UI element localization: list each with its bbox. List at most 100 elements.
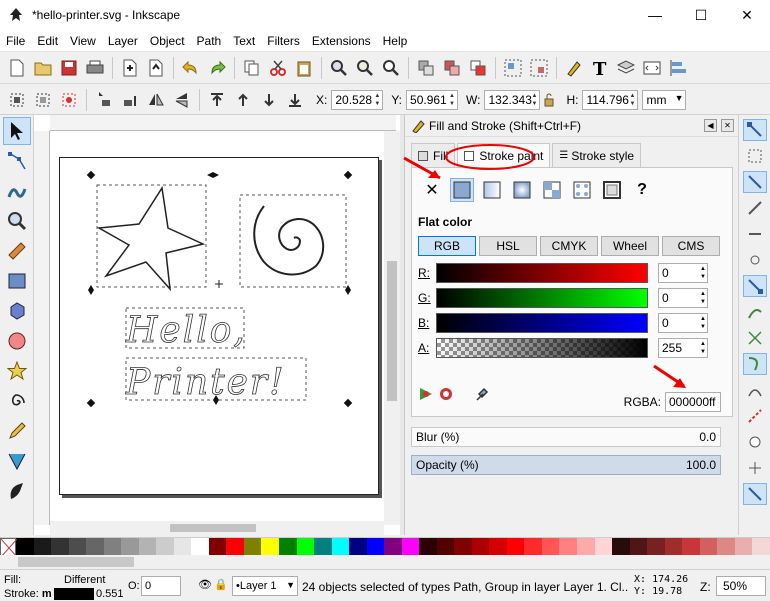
star-tool-icon[interactable] bbox=[3, 357, 31, 385]
linear-gradient-button[interactable] bbox=[480, 178, 504, 202]
palette-scrollbar[interactable] bbox=[0, 555, 770, 569]
new-document-icon[interactable] bbox=[6, 57, 28, 79]
palette-swatch[interactable] bbox=[68, 538, 87, 556]
menu-text[interactable]: Text bbox=[227, 34, 261, 48]
snap-midpoints-icon[interactable] bbox=[743, 405, 767, 427]
swatch-button[interactable] bbox=[570, 178, 594, 202]
green-slider[interactable] bbox=[436, 288, 648, 308]
palette-swatch[interactable] bbox=[664, 538, 683, 556]
snap-rotation-center-icon[interactable] bbox=[743, 457, 767, 479]
palette-none-swatch[interactable] bbox=[0, 538, 17, 557]
palette-swatch[interactable] bbox=[121, 538, 139, 556]
palette-swatch[interactable] bbox=[86, 538, 104, 556]
snap-object-centers-icon[interactable] bbox=[743, 431, 767, 453]
palette-swatch[interactable] bbox=[524, 538, 542, 556]
rotate-ccw-icon[interactable] bbox=[93, 89, 115, 111]
clone-icon[interactable] bbox=[441, 57, 463, 79]
palette-swatch[interactable] bbox=[331, 538, 350, 556]
palette-swatch[interactable] bbox=[471, 538, 490, 556]
palette-swatch[interactable] bbox=[401, 538, 420, 556]
menu-object[interactable]: Object bbox=[144, 34, 191, 48]
cut-icon[interactable] bbox=[267, 57, 289, 79]
document-page[interactable]: Hello, Printer! bbox=[59, 157, 379, 495]
palette-swatch[interactable] bbox=[349, 538, 367, 556]
export-icon[interactable] bbox=[145, 57, 167, 79]
opacity-field[interactable]: 0 bbox=[141, 576, 181, 596]
unit-dropdown[interactable]: mm ▼ bbox=[642, 89, 687, 110]
text-font-icon[interactable]: T bbox=[589, 57, 611, 79]
flip-horizontal-icon[interactable] bbox=[145, 89, 167, 111]
opacity-slider[interactable]: Opacity (%) 100.0 bbox=[411, 455, 721, 475]
selector-tool-icon[interactable] bbox=[3, 117, 31, 145]
zoom-field[interactable]: 50% bbox=[716, 576, 766, 596]
rectangle-tool-icon[interactable] bbox=[3, 267, 31, 295]
tab-fill[interactable]: Fill bbox=[411, 143, 456, 167]
palette-swatch[interactable] bbox=[612, 538, 630, 556]
palette-swatch[interactable] bbox=[489, 538, 507, 556]
no-paint-button[interactable]: ✕ bbox=[420, 178, 444, 202]
calligraphy-tool-icon[interactable] bbox=[3, 477, 31, 505]
snap-smooth-nodes-icon[interactable] bbox=[743, 379, 767, 401]
print-icon[interactable] bbox=[84, 57, 106, 79]
raise-to-top-icon[interactable] bbox=[206, 89, 228, 111]
palette-swatch[interactable] bbox=[278, 538, 297, 556]
palette-swatch[interactable] bbox=[506, 538, 525, 556]
green-field[interactable]: 0 ▲ ▼ bbox=[658, 288, 708, 308]
palette-swatch[interactable] bbox=[559, 538, 577, 556]
lower-to-bottom-icon[interactable] bbox=[284, 89, 306, 111]
layer-lock-icon[interactable]: 🔒 bbox=[214, 578, 228, 591]
node-tool-icon[interactable] bbox=[3, 147, 31, 175]
snap-bbox-center-icon[interactable] bbox=[743, 249, 767, 271]
rotate-cw-icon[interactable] bbox=[119, 89, 141, 111]
palette-swatch[interactable] bbox=[454, 538, 472, 556]
blur-slider[interactable]: Blur (%) 0.0 bbox=[411, 427, 721, 447]
palette-swatch[interactable] bbox=[647, 538, 665, 556]
snap-paths-icon[interactable] bbox=[743, 301, 767, 323]
palette-swatch[interactable] bbox=[419, 538, 437, 556]
palette-swatch[interactable] bbox=[208, 538, 227, 556]
palette-swatch[interactable] bbox=[191, 538, 209, 556]
red-slider[interactable] bbox=[436, 263, 648, 283]
vertical-scrollbar[interactable] bbox=[384, 131, 400, 525]
palette-swatch[interactable] bbox=[16, 538, 34, 556]
close-button[interactable]: ✕ bbox=[724, 0, 770, 30]
menu-extensions[interactable]: Extensions bbox=[306, 34, 377, 48]
unset-paint-button[interactable] bbox=[600, 178, 624, 202]
menu-path[interactable]: Path bbox=[191, 34, 228, 48]
palette-swatch[interactable] bbox=[51, 538, 69, 556]
dialog-iconify-button[interactable]: ◀ bbox=[704, 119, 717, 132]
select-all-layers-icon[interactable] bbox=[32, 89, 54, 111]
snap-page-border-icon[interactable] bbox=[743, 483, 767, 505]
rgba-input[interactable]: 000000ff bbox=[665, 392, 721, 412]
red-field[interactable]: 0 ▲ ▼ bbox=[658, 263, 708, 283]
zoom-tool-icon[interactable] bbox=[3, 207, 31, 235]
palette-swatch[interactable] bbox=[734, 538, 753, 556]
fill-stroke-icon[interactable] bbox=[563, 57, 585, 79]
unlink-clone-icon[interactable] bbox=[467, 57, 489, 79]
stroke-width-value[interactable]: 0.551 bbox=[96, 588, 124, 600]
palette-swatch[interactable] bbox=[752, 538, 770, 556]
redo-icon[interactable] bbox=[206, 57, 228, 79]
model-hsl[interactable]: HSL bbox=[479, 236, 537, 256]
blue-slider[interactable] bbox=[436, 313, 648, 333]
palette-swatch[interactable] bbox=[156, 538, 174, 556]
maximize-button[interactable]: ☐ bbox=[678, 0, 724, 30]
tab-stroke-style[interactable]: ☰ Stroke style bbox=[552, 143, 642, 167]
minimize-button[interactable]: — bbox=[632, 0, 678, 30]
palette-swatch[interactable] bbox=[138, 538, 157, 556]
dialog-close-button[interactable]: ✕ bbox=[721, 119, 734, 132]
palette-swatch[interactable] bbox=[682, 538, 700, 556]
snap-bbox-corner-icon[interactable] bbox=[743, 197, 767, 219]
pattern-button[interactable] bbox=[540, 178, 564, 202]
horizontal-scrollbar[interactable] bbox=[50, 521, 384, 535]
flip-vertical-icon[interactable] bbox=[171, 89, 193, 111]
model-rgb[interactable]: RGB bbox=[418, 236, 476, 256]
palette-swatch[interactable] bbox=[226, 538, 244, 556]
palette-swatch[interactable] bbox=[261, 538, 279, 556]
deselect-icon[interactable] bbox=[58, 89, 80, 111]
palette-swatch[interactable] bbox=[173, 538, 192, 556]
raise-icon[interactable] bbox=[232, 89, 254, 111]
snap-path-intersection-icon[interactable] bbox=[743, 327, 767, 349]
layer-dropdown[interactable]: •Layer 1 ▼ bbox=[232, 576, 298, 596]
menu-file[interactable]: File bbox=[0, 34, 31, 48]
